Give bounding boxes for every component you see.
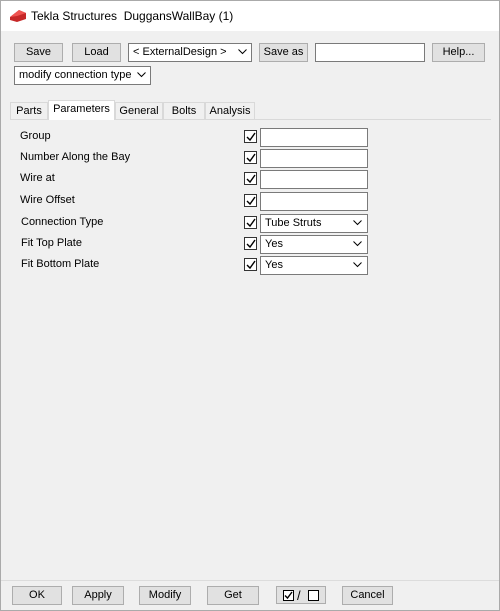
window-title: Tekla Structures DuggansWallBay (1)	[31, 9, 234, 23]
fit-bottom-plate-label: Fit Bottom Plate	[21, 258, 100, 270]
chevron-down-icon	[353, 220, 362, 226]
save-as-button[interactable]: Save as	[259, 43, 308, 62]
tab-analysis[interactable]: Analysis	[205, 102, 255, 119]
connection-type-select[interactable]: Tube Struts	[260, 214, 368, 233]
get-button[interactable]: Get	[207, 586, 259, 605]
wire-at-input[interactable]	[260, 170, 368, 189]
unchecked-box-icon	[308, 590, 319, 601]
group-checkbox[interactable]	[244, 130, 257, 143]
chevron-down-icon	[137, 72, 146, 78]
chevron-down-icon	[353, 241, 362, 247]
chevron-down-icon	[353, 262, 362, 268]
connection-type-label: Connection Type	[21, 216, 104, 228]
checkmark-icon	[246, 196, 256, 206]
wire-at-label: Wire at	[20, 172, 55, 184]
group-label: Group	[20, 130, 51, 142]
fit-top-plate-label: Fit Top Plate	[21, 237, 82, 249]
footer-divider	[1, 580, 499, 581]
modify-mode-select[interactable]: modify connection type	[14, 66, 151, 85]
attribute-set-value: < ExternalDesign >	[133, 46, 227, 58]
wire-at-checkbox[interactable]	[244, 172, 257, 185]
tab-parts[interactable]: Parts	[10, 102, 48, 119]
checked-box-icon	[283, 590, 294, 601]
checkmark-icon	[246, 132, 256, 142]
fit-top-plate-value: Yes	[265, 238, 283, 250]
tab-general[interactable]: General	[115, 102, 163, 119]
save-as-name-input[interactable]	[315, 43, 425, 62]
checkmark-icon	[246, 239, 256, 249]
fit-bottom-plate-value: Yes	[265, 259, 283, 271]
checkmark-icon	[246, 260, 256, 270]
apply-button[interactable]: Apply	[72, 586, 124, 605]
modify-button[interactable]: Modify	[139, 586, 191, 605]
wire-offset-input[interactable]	[260, 192, 368, 211]
number-along-bay-checkbox[interactable]	[244, 151, 257, 164]
parameters-panel	[10, 119, 491, 578]
ok-button[interactable]: OK	[12, 586, 62, 605]
load-button[interactable]: Load	[72, 43, 121, 62]
group-input[interactable]	[260, 128, 368, 147]
cancel-button[interactable]: Cancel	[342, 586, 393, 605]
tekla-app-icon	[10, 10, 26, 22]
wire-offset-label: Wire Offset	[20, 194, 75, 206]
fit-bottom-plate-select[interactable]: Yes	[260, 256, 368, 275]
check-all-toggle-button[interactable]: /	[276, 586, 326, 604]
tab-parameters[interactable]: Parameters	[48, 100, 115, 120]
dialog-window: Tekla Structures DuggansWallBay (1) Save…	[0, 0, 500, 611]
wire-offset-checkbox[interactable]	[244, 194, 257, 207]
checkmark-icon	[246, 153, 256, 163]
chevron-down-icon	[238, 49, 247, 55]
connection-type-value: Tube Struts	[265, 217, 322, 229]
attribute-set-select[interactable]: < ExternalDesign >	[128, 43, 252, 62]
save-button[interactable]: Save	[14, 43, 63, 62]
title-bar: Tekla Structures DuggansWallBay (1)	[1, 1, 499, 31]
tab-bolts[interactable]: Bolts	[163, 102, 205, 119]
fit-top-plate-checkbox[interactable]	[244, 237, 257, 250]
fit-top-plate-select[interactable]: Yes	[260, 235, 368, 254]
modify-mode-value: modify connection type	[19, 69, 132, 81]
toggle-separator: /	[297, 588, 301, 603]
number-along-bay-label: Number Along the Bay	[20, 151, 131, 163]
checkmark-icon	[246, 218, 256, 228]
checkmark-icon	[246, 174, 256, 184]
connection-type-checkbox[interactable]	[244, 216, 257, 229]
number-along-bay-input[interactable]	[260, 149, 368, 168]
help-button[interactable]: Help...	[432, 43, 485, 62]
fit-bottom-plate-checkbox[interactable]	[244, 258, 257, 271]
